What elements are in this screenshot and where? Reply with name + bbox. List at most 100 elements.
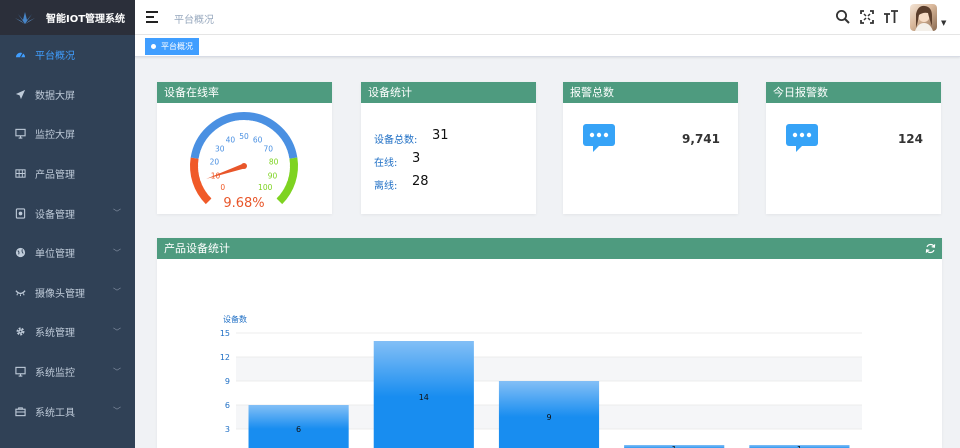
- refresh-icon[interactable]: [925, 243, 936, 254]
- gauge-tick-label: 100: [258, 183, 273, 192]
- grid-icon: [14, 168, 26, 180]
- total-label: 设备总数:: [374, 135, 418, 146]
- gauge-tick: [259, 123, 262, 128]
- chat-bubble-icon: [786, 124, 818, 152]
- tag-dashboard[interactable]: 平台概况: [145, 38, 199, 55]
- sidebar-item-3[interactable]: 产品管理: [0, 154, 135, 194]
- gauge-tick-label: 90: [268, 171, 278, 180]
- gauge-tick: [251, 120, 254, 125]
- gauge-tick: [260, 124, 266, 133]
- bar-value-label: 9: [546, 413, 551, 422]
- gauge-tick: [274, 138, 282, 145]
- gauge-tick: [203, 185, 208, 189]
- gauge-tick: [266, 126, 269, 131]
- sidebar-item-7[interactable]: 系统管理 ﹀: [0, 312, 135, 352]
- sidebar-item-label: 设备管理: [35, 209, 75, 221]
- sidebar: 智能IOT管理系统 平台概况数据大屏监控大屏产品管理设备管理 ﹀ 单位管理 ﹀ 摄像头管…: [0, 0, 135, 448]
- gauge-tick: [278, 189, 283, 193]
- y-axis-label: 设备数: [223, 314, 247, 324]
- gauge-tick: [200, 177, 209, 181]
- sidebar-item-5[interactable]: 单位管理 ﹀: [0, 233, 135, 273]
- chevron-down-icon: ﹀: [113, 327, 121, 337]
- send-icon: [14, 88, 26, 100]
- gauge-tick: [215, 129, 219, 134]
- alarm-today-title: 今日报警数: [766, 82, 941, 103]
- gauge-tick: [234, 120, 237, 125]
- gear-icon: [14, 326, 26, 338]
- chevron-down-icon: ﹀: [113, 248, 121, 258]
- gauge-tick: [270, 192, 278, 200]
- gauge-tick: [200, 150, 205, 153]
- grid-band: [236, 357, 862, 381]
- gauge-tick: [219, 126, 222, 131]
- alarm-total-card: 报警总数 9,741: [563, 82, 738, 214]
- sidebar-item-1[interactable]: 数据大屏: [0, 75, 135, 115]
- chevron-down-icon: ﹀: [113, 367, 121, 377]
- monitor-icon: [14, 366, 26, 378]
- bar-value-label: 6: [296, 425, 301, 434]
- app-title: 智能IOT管理系统: [46, 14, 126, 25]
- fullscreen-icon[interactable]: [859, 9, 875, 25]
- online-label: 在线:: [374, 158, 398, 169]
- sidebar-item-label: 系统监控: [35, 368, 75, 380]
- gauge-tick: [226, 123, 229, 128]
- sidebar-item-label: 数据大屏: [35, 90, 75, 102]
- sidebar-item-8[interactable]: 系统监控 ﹀: [0, 352, 135, 392]
- sidebar-item-4[interactable]: 设备管理 ﹀: [0, 193, 135, 233]
- sidebar-item-6[interactable]: 摄像头管理 ﹀: [0, 273, 135, 313]
- globe-icon: [14, 247, 26, 259]
- alarm-today-value: 124: [897, 132, 923, 146]
- gauge-tick: [205, 189, 210, 193]
- gauge-tick: [199, 174, 204, 177]
- chevron-down-icon: ﹀: [113, 406, 121, 416]
- total-value: 31: [432, 128, 449, 143]
- y-tick-label: 6: [225, 401, 230, 410]
- y-tick-label: 9: [225, 377, 230, 386]
- avatar[interactable]: [910, 4, 937, 31]
- gauge-tick: [198, 158, 207, 161]
- offline-label: 离线:: [374, 181, 398, 192]
- product-panel-title: 产品设备统计: [157, 238, 942, 259]
- logo-icon: [15, 11, 35, 24]
- hamburger-icon[interactable]: [146, 11, 158, 23]
- monitor-icon: [14, 128, 26, 140]
- gauge-tick: [284, 154, 289, 156]
- caret-down-icon[interactable]: ▼: [941, 19, 946, 27]
- gauge-tick: [222, 124, 228, 133]
- gauge-tick: [210, 192, 218, 200]
- breadcrumb[interactable]: 平台概况: [174, 11, 214, 26]
- sidebar-item-label: 系统工具: [35, 407, 75, 419]
- sidebar-item-2[interactable]: 监控大屏: [0, 114, 135, 154]
- gauge-tick-label: 60: [253, 135, 263, 144]
- sidebar-item-label: 产品管理: [35, 170, 75, 182]
- gauge-tick: [276, 192, 280, 196]
- gauge-tick: [201, 182, 206, 185]
- bar-value-label: 14: [419, 393, 429, 402]
- online-rate-card: 设备在线率 01020304050607080901009.68%: [157, 82, 332, 214]
- gauge-tick: [198, 170, 203, 173]
- gauge-tick: [282, 182, 287, 185]
- gauge-tick: [279, 177, 288, 181]
- y-tick-label: 12: [220, 353, 230, 362]
- eye-icon: [14, 286, 26, 298]
- gauge-tick-label: 70: [263, 144, 273, 153]
- sidebar-item-label: 单位管理: [35, 249, 75, 261]
- font-size-icon[interactable]: [883, 9, 899, 25]
- gauge-tick: [208, 192, 212, 196]
- search-icon[interactable]: [835, 9, 851, 25]
- gauge-tick: [206, 138, 214, 145]
- gauge-tick: [283, 150, 288, 153]
- toolbox-icon: [14, 405, 26, 417]
- online-value: 3: [412, 151, 421, 166]
- gauge-tick: [281, 158, 290, 161]
- navbar: 平台概况 ▼: [135, 0, 960, 35]
- gauge-tick: [209, 135, 213, 139]
- gauge-tick: [272, 132, 276, 136]
- gauge-tick: [212, 132, 216, 136]
- product-bar-chart: 03691215设备数产品名称6产品214测试产品9温湿度传感器1定位跟踪器1C…: [220, 314, 862, 448]
- gauge-tick: [255, 121, 258, 126]
- chevron-down-icon: ﹀: [113, 208, 121, 218]
- sidebar-item-0[interactable]: 平台概况: [0, 35, 135, 75]
- alarm-total-title: 报警总数: [563, 82, 738, 103]
- sidebar-item-9[interactable]: 系统工具 ﹀: [0, 391, 135, 431]
